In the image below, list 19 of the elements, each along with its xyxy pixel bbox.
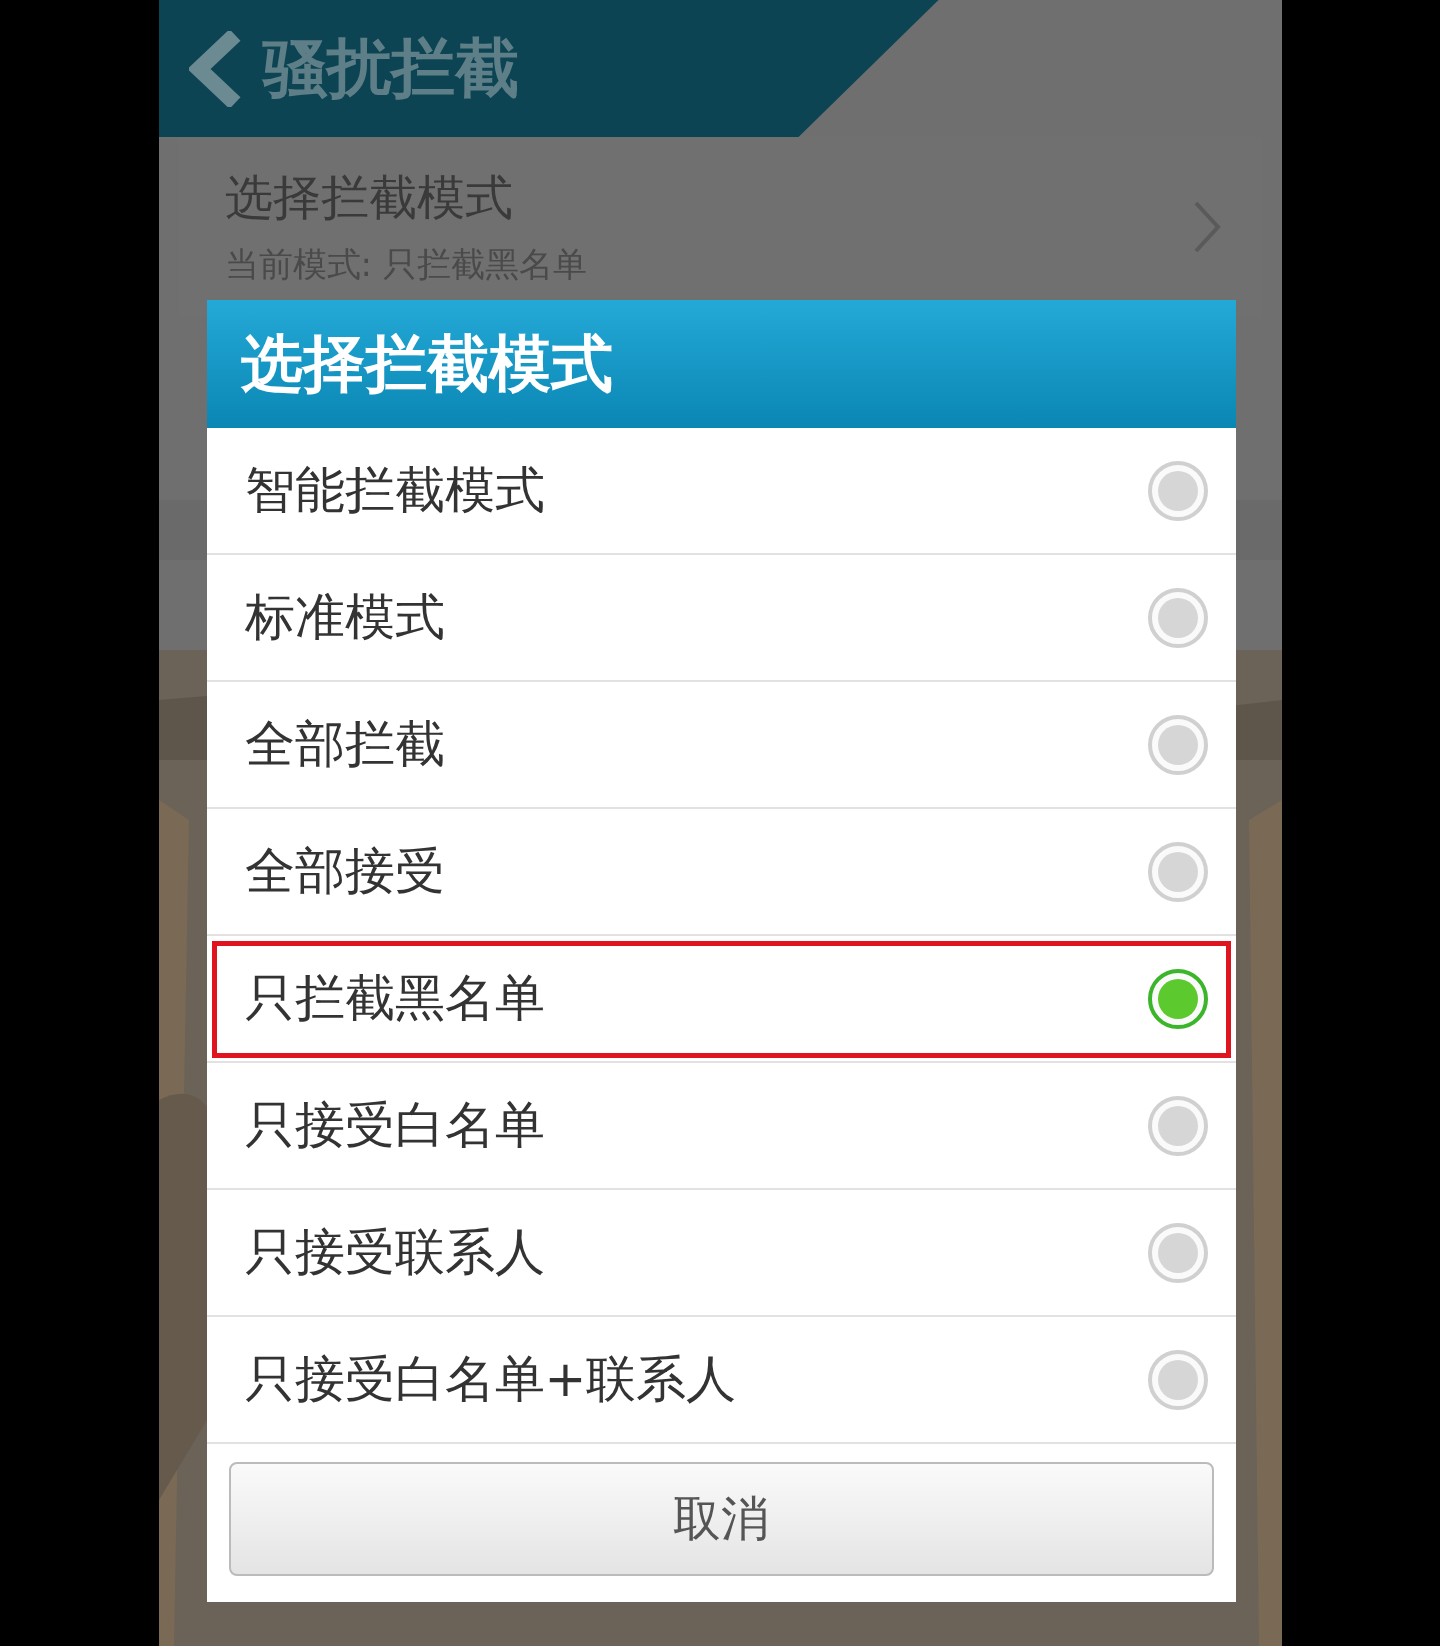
- option-label: 只接受白名单: [244, 1095, 545, 1156]
- dialog-title: 选择拦截模式: [206, 300, 1236, 428]
- option-row[interactable]: 只接受联系人: [206, 1190, 1236, 1317]
- option-label: 只接受白名单+联系人: [244, 1349, 737, 1410]
- option-label: 全部接受: [244, 841, 445, 902]
- option-row[interactable]: 智能拦截模式: [206, 428, 1236, 555]
- cancel-button[interactable]: 取消: [228, 1462, 1214, 1576]
- option-row[interactable]: 只接受白名单+联系人: [206, 1317, 1236, 1444]
- option-label: 标准模式: [244, 587, 445, 648]
- option-row[interactable]: 标准模式: [206, 555, 1236, 682]
- option-row[interactable]: 全部接受: [206, 809, 1236, 936]
- option-row[interactable]: 只接受白名单: [206, 1063, 1236, 1190]
- option-label: 只拦截黑名单: [244, 968, 545, 1029]
- option-label: 智能拦截模式: [244, 460, 545, 521]
- highlighted-option-row[interactable]: 只拦截黑名单: [206, 936, 1236, 1063]
- option-label: 只接受联系人: [244, 1222, 545, 1283]
- option-label: 全部拦截: [244, 714, 445, 775]
- screen-title: 骚扰拦截: [262, 30, 519, 107]
- option-row[interactable]: 全部拦截: [206, 682, 1236, 809]
